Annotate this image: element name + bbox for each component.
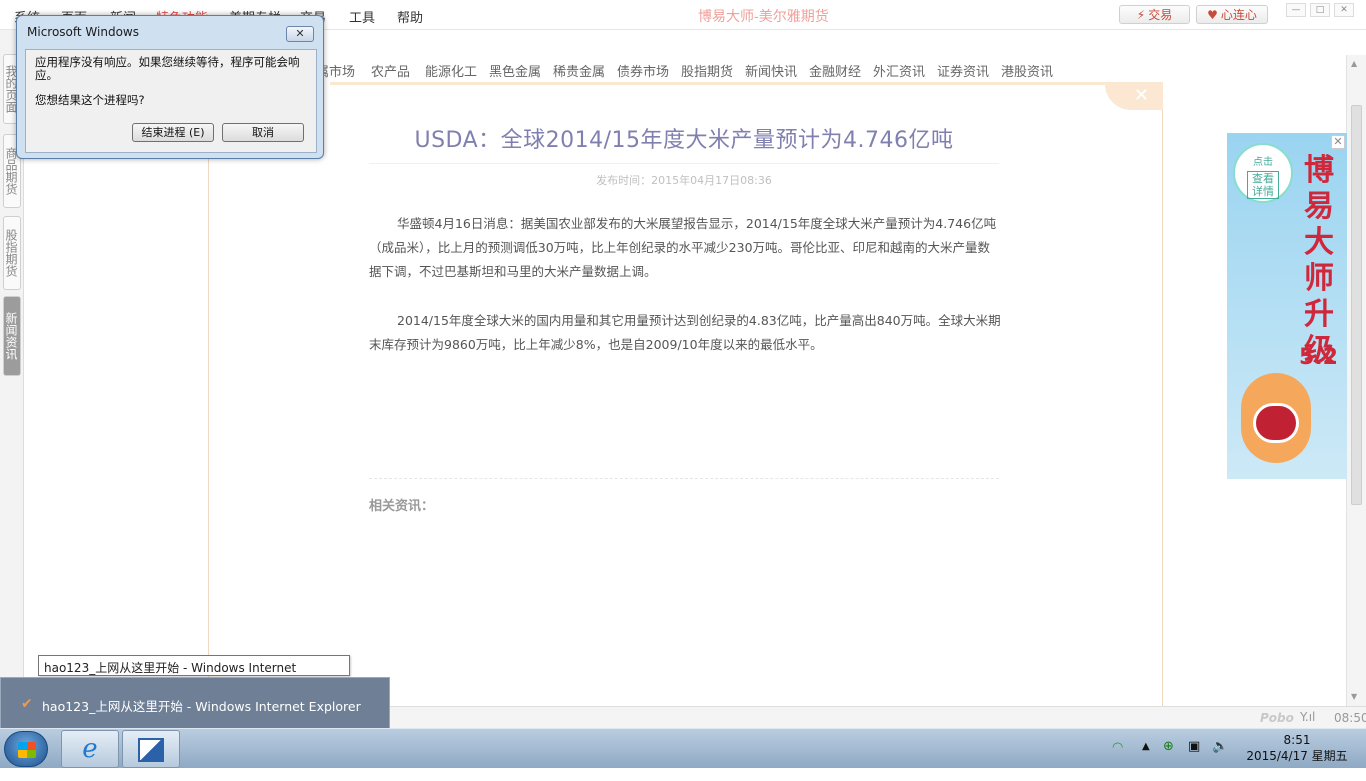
category-item[interactable]: 证券资讯 <box>937 61 989 80</box>
article-paragraph: 2014/15年度全球大米的国内用量和其它用量预计达到创纪录的4.83亿吨，比产… <box>369 309 1001 357</box>
dialog-title: Microsoft Windows <box>27 25 139 39</box>
taskbar: e ◠ ▲ ⊕ ▣ 🔈 8:51 2015/4/17 星期五 <box>0 728 1366 768</box>
menu-tools[interactable]: 工具 <box>349 7 375 26</box>
status-bar: Pobo Y.ıl 08:50 <box>390 706 1366 728</box>
tab-index-futures[interactable]: 股指期货 <box>3 216 21 290</box>
vertical-scrollbar[interactable]: ▲ ▼ <box>1346 55 1366 706</box>
trade-button[interactable]: ⚡ 交易 <box>1119 5 1190 24</box>
tab-news[interactable]: 新闻资讯 <box>3 296 21 376</box>
hao123-icon: ✔ <box>21 696 33 712</box>
start-button[interactable] <box>4 731 48 767</box>
article-paragraph: 华盛顿4月16日消息：据美国农业部发布的大米展望报告显示，2014/15年度全球… <box>369 212 1001 284</box>
category-item[interactable]: 农产品 <box>371 61 410 80</box>
category-item[interactable]: 金融财经 <box>809 61 861 80</box>
dialog-close-icon[interactable]: ✕ <box>286 26 314 42</box>
lightning-icon: ⚡ <box>1137 8 1145 22</box>
heart-button[interactable]: ♥ 心连心 <box>1196 5 1268 24</box>
category-item[interactable]: 能源化工 <box>425 61 477 80</box>
bobo-app-icon <box>138 738 164 762</box>
maximize-icon[interactable]: □ <box>1310 3 1330 17</box>
tray-plus-icon[interactable]: ⊕ <box>1163 739 1174 779</box>
ad-badge[interactable]: 点击 查看详情 <box>1233 143 1293 203</box>
menu-help[interactable]: 帮助 <box>397 7 423 26</box>
ad-badge-top: 点击 <box>1235 153 1291 168</box>
ad-badge-inner: 查看详情 <box>1247 171 1279 199</box>
header-divider <box>330 82 1163 85</box>
related-divider <box>369 478 999 479</box>
clock-date: 2015/4/17 星期五 <box>1244 748 1350 764</box>
category-item[interactable]: 黑色金属 <box>489 61 541 80</box>
minimize-icon[interactable]: — <box>1286 3 1306 17</box>
category-item[interactable]: 股指期货 <box>681 61 733 80</box>
windows-logo-icon <box>18 742 36 758</box>
dialog-body: 应用程序没有响应。如果您继续等待，程序可能会响应。 您想结果这个进程吗? 结束进… <box>25 49 317 153</box>
taskbar-tooltip: hao123_上网从这里开始 - Windows Internet Explor… <box>38 655 350 676</box>
category-item[interactable]: 债券市场 <box>617 61 669 80</box>
tray-expand-icon[interactable]: ▲ <box>1142 741 1150 781</box>
trade-button-label: 交易 <box>1148 6 1172 23</box>
signal-icon: Y.ıl <box>1300 710 1315 724</box>
status-time: 08:50 <box>1334 711 1366 725</box>
category-item[interactable]: 外汇资讯 <box>873 61 925 80</box>
category-item[interactable]: 稀贵金属 <box>553 61 605 80</box>
scroll-up-icon[interactable]: ▲ <box>1351 59 1357 68</box>
system-clock[interactable]: 8:51 2015/4/17 星期五 <box>1244 732 1350 764</box>
ad-headline: 博易大师升级 <box>1295 153 1343 369</box>
taskbar-bobo-button[interactable] <box>122 730 180 768</box>
category-item[interactable]: 港股资讯 <box>1001 61 1053 80</box>
category-item[interactable]: 新闻快讯 <box>745 61 797 80</box>
scroll-down-icon[interactable]: ▼ <box>1351 692 1357 701</box>
scroll-thumb[interactable] <box>1351 105 1362 505</box>
close-ad-icon[interactable]: ✕ <box>1331 135 1345 149</box>
category-bar: 金属市场 农产品 能源化工 黑色金属 稀贵金属 债券市场 股指期货 新闻快讯 金… <box>209 55 1346 83</box>
related-news-label: 相关资讯： <box>369 495 434 514</box>
ie-window-thumbnail[interactable]: ✔ hao123_上网从这里开始 - Windows Internet Expl… <box>0 677 390 729</box>
network-icon[interactable]: ▣ <box>1188 739 1200 779</box>
clock-time: 8:51 <box>1244 732 1350 748</box>
close-window-icon[interactable]: ✕ <box>1334 3 1354 17</box>
ie-icon: e <box>82 734 97 764</box>
title-divider <box>369 163 999 164</box>
cancel-button[interactable]: 取消 <box>222 123 304 142</box>
wifi-icon[interactable]: ◠ <box>1112 740 1123 780</box>
dialog-message: 应用程序没有响应。如果您继续等待，程序可能会响应。 <box>35 56 305 82</box>
ad-version: 5.2 <box>1299 345 1338 370</box>
cartoon-mouth-icon <box>1253 403 1299 443</box>
dialog-question: 您想结果这个进程吗? <box>35 92 145 108</box>
volume-icon[interactable]: 🔈 <box>1212 739 1228 779</box>
article-title: USDA：全球2014/15年度大米产量预计为4.746亿吨 <box>369 122 999 154</box>
end-process-button[interactable]: 结束进程 (E) <box>132 123 214 142</box>
not-responding-dialog: Microsoft Windows ✕ 应用程序没有响应。如果您继续等待，程序可… <box>16 15 324 159</box>
app-title: 博易大师-美尔雅期货 <box>698 6 829 26</box>
ie-window-label: hao123_上网从这里开始 - Windows Internet Explor… <box>42 696 361 715</box>
heart-icon: ♥ <box>1207 8 1218 22</box>
publish-time: 发布时间：2015年04月17日08:36 <box>369 172 999 188</box>
upgrade-ad[interactable]: ✕ 点击 查看详情 博易大师升级 5.2 <box>1227 133 1347 479</box>
taskbar-ie-button[interactable]: e <box>61 730 119 768</box>
pobo-logo: Pobo <box>1260 711 1294 725</box>
heart-button-label: 心连心 <box>1221 6 1257 23</box>
